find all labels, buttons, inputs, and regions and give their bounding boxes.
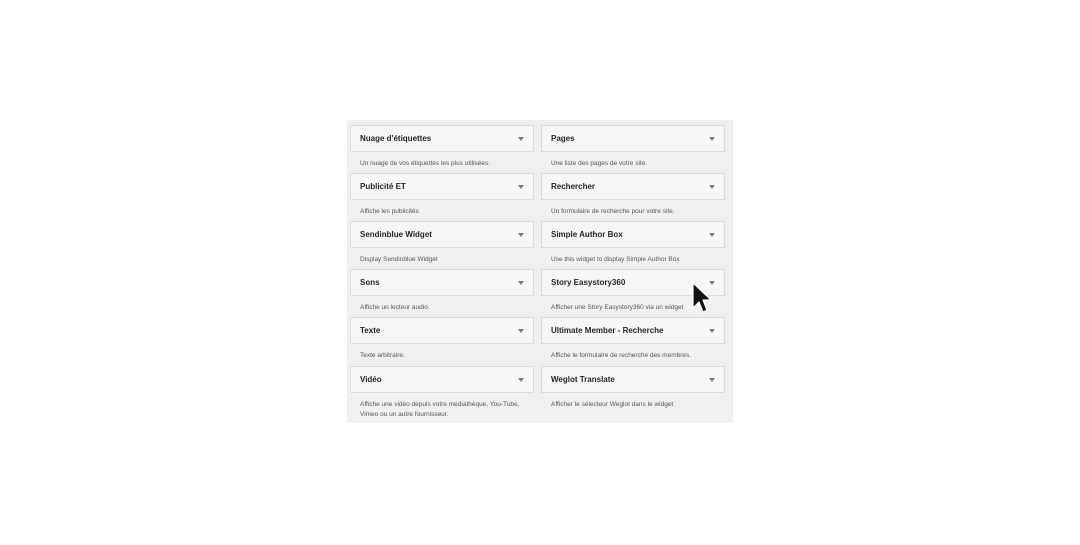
- widget-video[interactable]: Vidéo Affiche une vidéo depuis votre méd…: [350, 366, 534, 420]
- widget-header[interactable]: Texte: [350, 317, 534, 344]
- widget-description: Affiche le formulaire de recherche des m…: [551, 352, 692, 359]
- widget-description: Affiche les publicités: [360, 208, 419, 215]
- widget-description: Affiche une vidéo depuis votre médiathèq…: [360, 401, 520, 418]
- widget-pages[interactable]: Pages Une liste des pages de votre site.: [541, 125, 725, 169]
- widget-description: Un formulaire de recherche pour votre si…: [551, 208, 675, 215]
- widget-title: Nuage d'étiquettes: [360, 134, 432, 143]
- widget-title: Texte: [360, 326, 381, 335]
- widget-description: Une liste des pages de votre site.: [551, 160, 648, 167]
- widget-title: Rechercher: [551, 182, 596, 191]
- widget-title: Ultimate Member - Recherche: [551, 326, 664, 335]
- widget-title: Vidéo: [360, 375, 382, 384]
- widget-title: Story Easystory360: [551, 278, 626, 287]
- triangle-down-icon[interactable]: [518, 233, 524, 237]
- triangle-down-icon[interactable]: [709, 378, 715, 382]
- widget-description: Use this widget to display Simple Author…: [551, 256, 680, 263]
- widget-sendinblue[interactable]: Sendinblue Widget Display Sendinblue Wid…: [350, 221, 534, 265]
- widget-nuage-etiquettes[interactable]: Nuage d'étiquettes Un nuage de vos étiqu…: [350, 125, 534, 169]
- widget-publicite-et[interactable]: Publicité ET Affiche les publicités: [350, 173, 534, 217]
- widget-header[interactable]: Publicité ET: [350, 173, 534, 200]
- triangle-down-icon[interactable]: [709, 329, 715, 333]
- triangle-down-icon[interactable]: [518, 281, 524, 285]
- mouse-pointer-icon: [692, 282, 712, 313]
- widget-title: Simple Author Box: [551, 230, 623, 239]
- triangle-down-icon[interactable]: [709, 185, 715, 189]
- widget-description: Texte arbitraire.: [360, 352, 405, 359]
- widget-title: Sons: [360, 278, 380, 287]
- widget-title: Sendinblue Widget: [360, 230, 432, 239]
- widget-simple-author-box[interactable]: Simple Author Box Use this widget to dis…: [541, 221, 725, 265]
- widget-description: Display Sendinblue Widget: [360, 256, 438, 263]
- widget-header[interactable]: Nuage d'étiquettes: [350, 125, 534, 152]
- widget-title: Publicité ET: [360, 182, 406, 191]
- triangle-down-icon[interactable]: [709, 137, 715, 141]
- triangle-down-icon[interactable]: [518, 378, 524, 382]
- triangle-down-icon[interactable]: [518, 329, 524, 333]
- widget-description: Affiche un lecteur audio.: [360, 304, 430, 311]
- widget-header[interactable]: Vidéo: [350, 366, 534, 393]
- widget-header[interactable]: Rechercher: [541, 173, 725, 200]
- available-widgets-panel: Nuage d'étiquettes Un nuage de vos étiqu…: [347, 120, 733, 423]
- widget-header[interactable]: Weglot Translate: [541, 366, 725, 393]
- widget-rechercher[interactable]: Rechercher Un formulaire de recherche po…: [541, 173, 725, 217]
- widget-description: Afficher le sélecteur Weglot dans le wid…: [551, 401, 674, 408]
- widget-header[interactable]: Simple Author Box: [541, 221, 725, 248]
- widget-weglot-translate[interactable]: Weglot Translate Afficher le sélecteur W…: [541, 366, 725, 410]
- triangle-down-icon[interactable]: [518, 185, 524, 189]
- triangle-down-icon[interactable]: [709, 233, 715, 237]
- widget-header[interactable]: Sendinblue Widget: [350, 221, 534, 248]
- widget-header[interactable]: Ultimate Member - Recherche: [541, 317, 725, 344]
- widget-header[interactable]: Pages: [541, 125, 725, 152]
- triangle-down-icon[interactable]: [518, 137, 524, 141]
- widget-header[interactable]: Sons: [350, 269, 534, 296]
- widget-sons[interactable]: Sons Affiche un lecteur audio.: [350, 269, 534, 313]
- widget-texte[interactable]: Texte Texte arbitraire.: [350, 317, 534, 361]
- widget-ultimate-member-recherche[interactable]: Ultimate Member - Recherche Affiche le f…: [541, 317, 725, 361]
- widget-title: Pages: [551, 134, 575, 143]
- widget-description: Un nuage de vos étiquettes les plus util…: [360, 160, 491, 167]
- widget-title: Weglot Translate: [551, 375, 615, 384]
